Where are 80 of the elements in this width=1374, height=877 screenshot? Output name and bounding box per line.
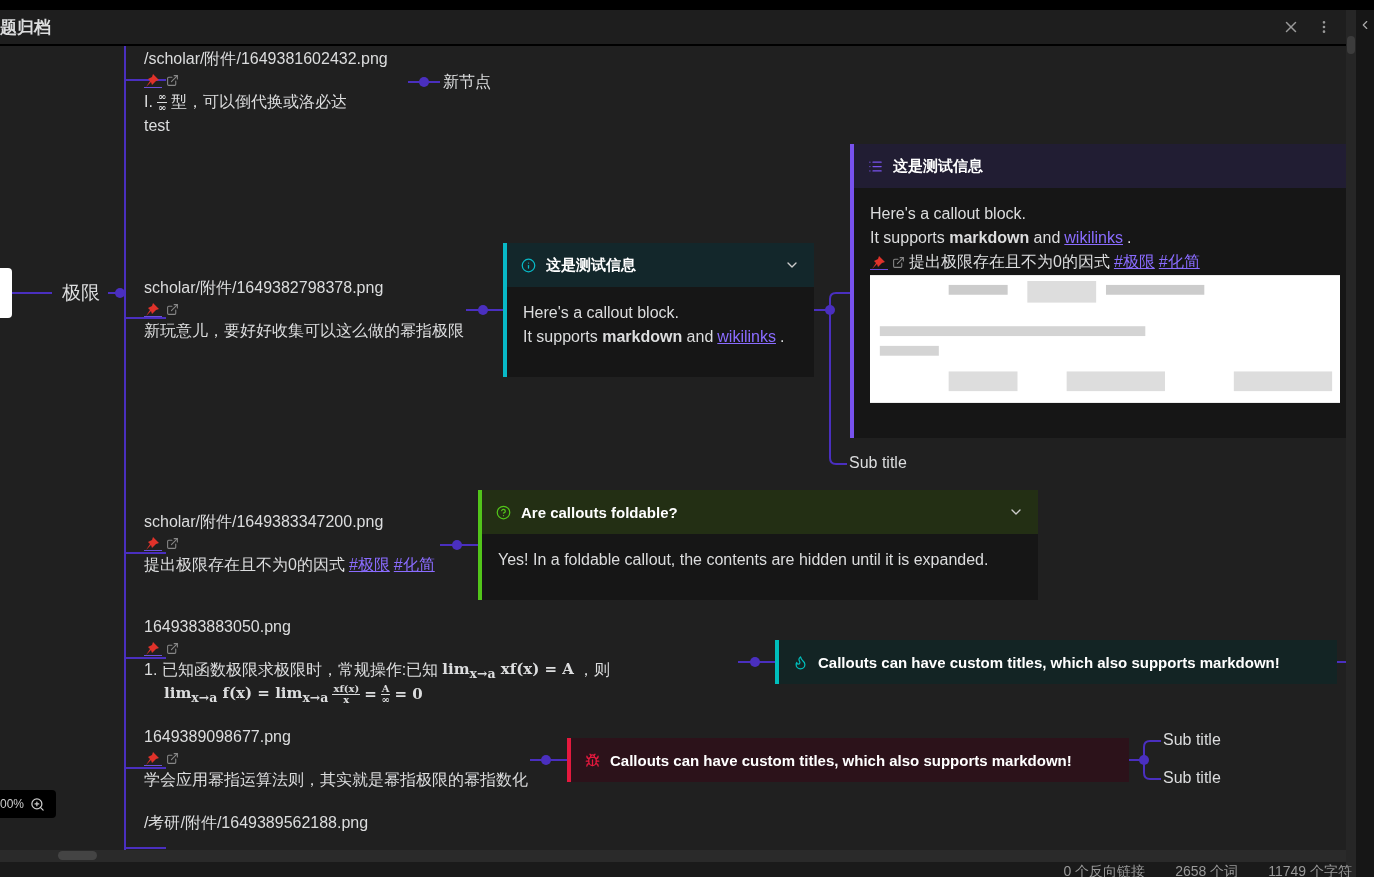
note-text: ，则 [577, 659, 610, 680]
math-formula: = 0 [394, 685, 423, 703]
connector-line [529, 755, 568, 765]
note-text: . [1127, 229, 1132, 247]
file-name[interactable]: /scholar/附件/1649381602432.png [144, 48, 388, 70]
note-text: 提出极限存在且不为0的因式 [909, 251, 1110, 272]
fraction-numerator: A [380, 683, 391, 695]
note-text: Here's a callout block. [523, 304, 679, 322]
note-text: 新玩意儿，要好好收集可以这么做的幂指极限 [144, 320, 464, 341]
list-icon [868, 158, 883, 174]
callout-title: Callouts can have custom titles, which also supports markdown! [818, 653, 1280, 671]
tip-icon [793, 654, 808, 670]
root-node[interactable] [0, 268, 12, 318]
external-link-icon[interactable] [166, 536, 179, 550]
pushpin-icon[interactable] [144, 750, 162, 766]
pushpin-icon[interactable] [144, 535, 162, 551]
zoom-level: 00% [0, 797, 25, 811]
info-icon [521, 257, 536, 273]
callout-title: Are callouts foldable? [521, 503, 678, 521]
note-text: Yes! In a foldable callout, the contents are hidden until it is expanded. [498, 551, 989, 569]
callout-title: 这是测试信息 [893, 156, 983, 176]
tag-link[interactable]: #极限 [1113, 251, 1155, 273]
connector-line [737, 657, 776, 667]
external-link-icon[interactable] [166, 73, 179, 87]
status-text: 2658 个词 [1175, 863, 1239, 877]
wiki-link[interactable]: wikilinks [1064, 229, 1123, 247]
node-label[interactable]: Sub title [1163, 731, 1221, 749]
pushpin-icon[interactable] [144, 72, 162, 88]
fraction-denominator: ∞ [381, 694, 390, 705]
note-text: It supports markdown and [523, 328, 714, 346]
tag-link[interactable]: #化简 [1158, 251, 1200, 273]
tag-link[interactable]: #化简 [393, 554, 435, 576]
note-text: Here's a callout block. [870, 205, 1026, 223]
callout-title: Callouts can have custom titles, which also supports markdown! [610, 751, 1072, 769]
connector-line [1334, 661, 1346, 663]
note-text: 提出极限存在且不为0的因式 [144, 554, 345, 575]
file-name[interactable]: /考研/附件/1649389562188.png [144, 812, 369, 834]
node-label[interactable]: Sub title [849, 454, 907, 472]
connector-line [439, 540, 479, 550]
node-label[interactable]: Sub title [1163, 769, 1221, 787]
connector-line [11, 292, 53, 294]
zoom-in-icon[interactable] [30, 796, 46, 812]
fraction-numerator: xf(x) [332, 683, 361, 695]
scrollbar-thumb[interactable] [1347, 36, 1355, 54]
file-name[interactable]: scholar/附件/1649382798378.png [144, 277, 464, 299]
external-link-icon[interactable] [166, 751, 179, 765]
status-text: 11749 个字符 [1268, 863, 1352, 877]
file-name[interactable]: scholar/附件/1649383347200.png [144, 511, 435, 533]
wiki-link[interactable]: wikilinks [717, 328, 776, 346]
math-formula: lim$_{x→a}$ xf(x) = A [442, 659, 574, 681]
bug-icon [585, 752, 600, 768]
fraction-numerator: ∞ [156, 91, 168, 103]
node-label[interactable]: 新节点 [443, 72, 491, 93]
note-text: 型，可以倒代换或洛必达 [171, 91, 348, 112]
pushpin-icon[interactable] [144, 301, 162, 317]
connector-line [407, 77, 441, 87]
pushpin-icon[interactable] [144, 640, 162, 656]
tag-link[interactable]: #极限 [348, 554, 390, 576]
note-text: It supports markdown and [870, 229, 1061, 247]
math-formula: lim$_{x→a}$ f(x) = lim$_{x→a}$ [164, 683, 329, 705]
file-name[interactable]: 1649383883050.png [144, 616, 610, 638]
fraction-denominator: ∞ [157, 102, 167, 113]
node-label[interactable]: 极限 [62, 280, 100, 306]
question-icon [496, 504, 511, 520]
pushpin-icon[interactable] [870, 254, 888, 270]
fraction-denominator: x [343, 694, 350, 705]
external-link-icon[interactable] [166, 302, 179, 316]
scrollbar-thumb[interactable] [58, 851, 97, 860]
file-name[interactable]: 1649389098677.png [144, 726, 528, 748]
note-title: 题归档 [0, 16, 51, 39]
note-text: 学会应用幂指运算法则，其实就是幂指极限的幂指数化 [144, 769, 528, 790]
callout-title: 这是测试信息 [546, 255, 636, 275]
note-text: I. [144, 93, 153, 111]
connector-line [465, 305, 504, 315]
external-link-icon[interactable] [166, 641, 179, 655]
note-text: . [780, 328, 785, 346]
note-text: test [144, 117, 170, 135]
external-link-icon[interactable] [892, 255, 905, 269]
math-formula: = [364, 685, 377, 703]
note-text: 1. 已知函数极限求极限时，常规操作:已知 [144, 659, 439, 680]
